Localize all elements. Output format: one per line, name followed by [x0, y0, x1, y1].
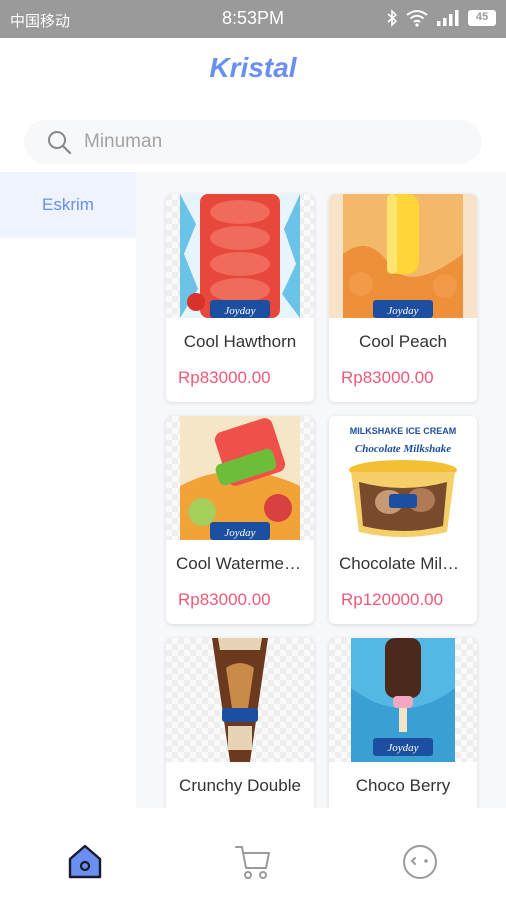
- product-name: Cool Hawthorn: [183, 332, 297, 351]
- product-image: [166, 638, 314, 762]
- tub-header-label: MILKSHAKE ICE CREAM: [350, 426, 457, 436]
- home-icon: [68, 844, 102, 879]
- signal-icon: [437, 10, 459, 26]
- app-title: Kristal: [209, 52, 297, 83]
- product-image: MILKSHAKE ICE CREAM Chocolate Milkshake: [329, 416, 477, 540]
- tab-profile[interactable]: [400, 842, 440, 882]
- product-card[interactable]: Joyday Cool Hawthorn Rp83000.00: [166, 194, 314, 402]
- brand-label: Joyday: [387, 305, 418, 317]
- product-card[interactable]: Crunchy Double: [166, 638, 314, 808]
- tab-cart[interactable]: [233, 842, 273, 882]
- product-name: Chocolate Milkshake: [339, 554, 477, 573]
- product-image: Joyday: [329, 638, 477, 762]
- category-sidebar: Eskrim: [0, 172, 136, 820]
- product-image: Joyday: [166, 194, 314, 318]
- sidebar-item-label: Eskrim: [42, 195, 94, 214]
- product-name: Crunchy Double: [179, 776, 301, 795]
- battery-icon: 45: [468, 10, 496, 26]
- status-icons: 45: [386, 9, 496, 27]
- product-image: Joyday: [329, 194, 477, 318]
- product-price: Rp83000.00: [341, 368, 434, 387]
- product-card[interactable]: Joyday Cool Watermelon Rp83000.00: [166, 416, 314, 624]
- bottom-tab-bar: [0, 820, 506, 900]
- product-price: Rp83000.00: [178, 368, 271, 387]
- product-name: Choco Berry: [355, 776, 451, 795]
- wifi-icon: [406, 10, 428, 27]
- product-name: Cool Peach: [359, 332, 447, 351]
- search-icon: [48, 131, 72, 155]
- search-bar[interactable]: [24, 120, 482, 164]
- sidebar-item-eskrim[interactable]: Eskrim: [0, 172, 136, 238]
- tab-home[interactable]: [65, 842, 105, 882]
- product-list[interactable]: Joyday Cool Hawthorn Rp83000.00 Joyday C…: [136, 172, 506, 808]
- brand-label: Joyday: [224, 305, 255, 317]
- product-card[interactable]: MILKSHAKE ICE CREAM Chocolate Milkshake …: [329, 416, 477, 624]
- profile-icon: [403, 845, 437, 879]
- tub-title-label: Chocolate Milkshake: [355, 443, 451, 455]
- product-image: Joyday: [166, 416, 314, 540]
- brand-label: Joyday: [224, 527, 255, 539]
- product-card[interactable]: Joyday Choco Berry: [329, 638, 477, 808]
- bluetooth-icon: [387, 9, 398, 27]
- product-name: Cool Watermelon: [176, 554, 307, 573]
- search-input[interactable]: [84, 120, 464, 164]
- product-price: Rp120000.00: [341, 590, 444, 609]
- cart-icon: [235, 846, 270, 879]
- product-price: Rp83000.00: [178, 590, 271, 609]
- brand-label: Joyday: [387, 742, 418, 754]
- status-bar: 中国移动 8:53PM 45: [0, 0, 506, 38]
- product-card[interactable]: Joyday Cool Peach Rp83000.00: [329, 194, 477, 402]
